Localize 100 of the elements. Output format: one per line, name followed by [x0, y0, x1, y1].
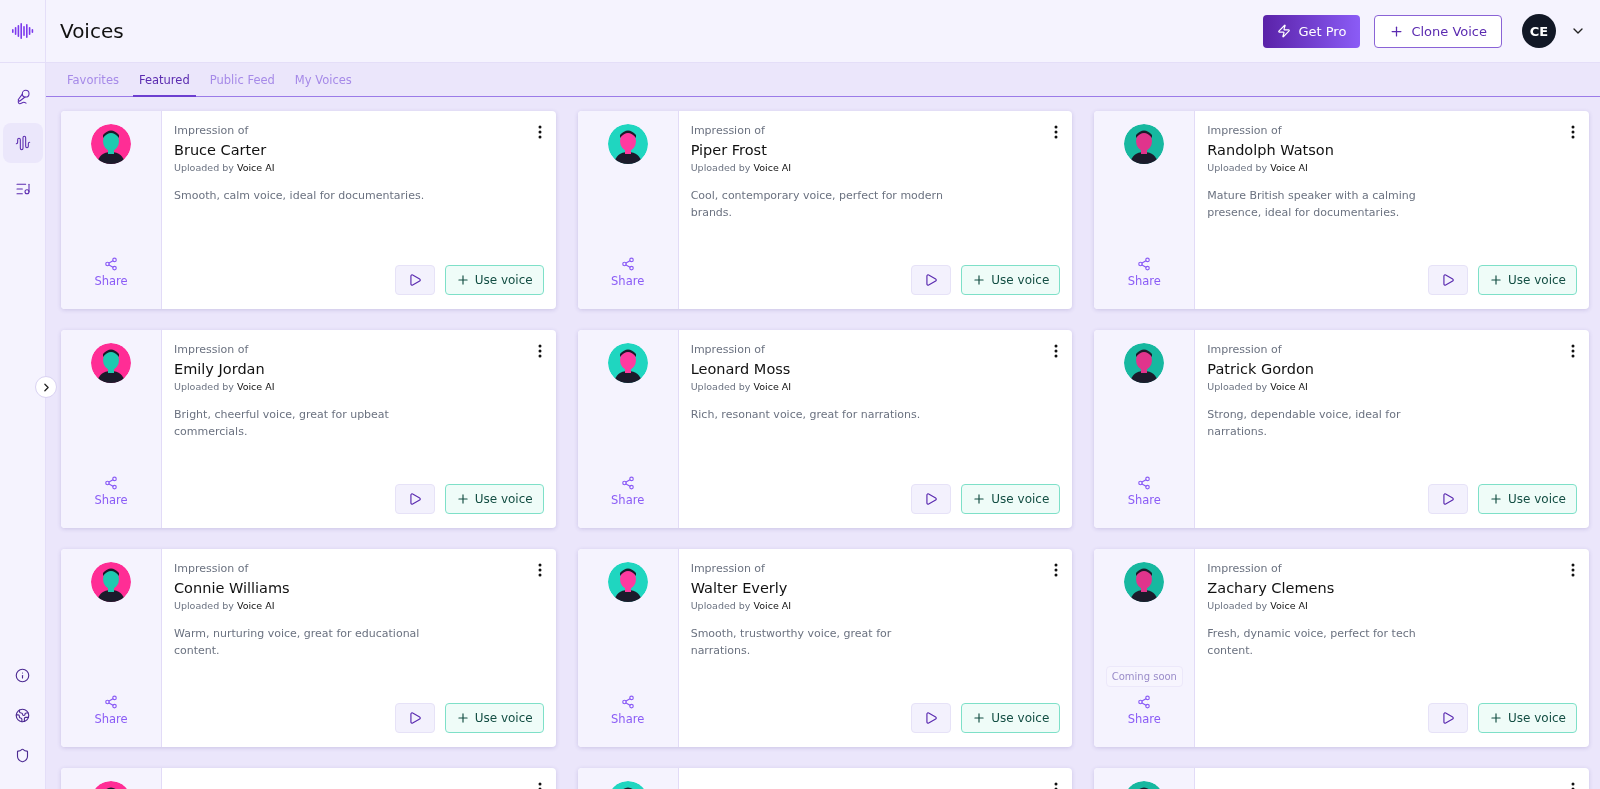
- voice-name: Piper Frost: [690, 142, 767, 158]
- overline-text: Impression of: [174, 562, 249, 575]
- play-icon: [407, 711, 422, 725]
- more-button[interactable]: [1054, 125, 1059, 139]
- plus-icon: [455, 273, 470, 287]
- more-icon: [1054, 563, 1059, 577]
- use-voice-button[interactable]: Use voice: [961, 265, 1061, 295]
- share-button[interactable]: Share: [611, 257, 645, 288]
- plus-icon: [972, 273, 987, 287]
- more-button[interactable]: [1571, 563, 1575, 577]
- share-icon: [104, 257, 118, 271]
- use-voice-button[interactable]: Use voice: [1478, 703, 1577, 733]
- more-button[interactable]: [1054, 344, 1059, 358]
- tab[interactable]: Featured: [132, 73, 196, 97]
- uploader-text: Uploaded by Voice AI: [690, 381, 792, 392]
- uploader-text: Uploaded by Voice AI: [174, 381, 275, 392]
- share-icon: [620, 476, 635, 490]
- more-button[interactable]: [537, 344, 542, 358]
- use-voice-button[interactable]: Use voice: [961, 484, 1061, 514]
- more-button[interactable]: [1571, 125, 1575, 139]
- uploader-text: Uploaded by Voice AI: [690, 162, 792, 173]
- voice-description: Cool, contemporary voice, perfect for modern brands.: [690, 188, 944, 221]
- overline-text: Impression of: [1207, 124, 1282, 137]
- logo-icon: [11, 22, 34, 40]
- use-voice-button[interactable]: Use voice: [1478, 265, 1577, 295]
- overline-text: Impression of: [1207, 343, 1282, 356]
- uploader-text: Uploaded by Voice AI: [174, 600, 275, 611]
- voice-description: Warm, nurturing voice, great for educational content.: [174, 626, 421, 659]
- use-voice-button[interactable]: Use voice: [1478, 484, 1577, 514]
- play-button[interactable]: [1428, 703, 1468, 733]
- share-button[interactable]: Share: [94, 695, 128, 726]
- play-icon: [1441, 273, 1455, 287]
- share-icon: [620, 695, 635, 709]
- more-button[interactable]: [1571, 344, 1575, 358]
- share-button[interactable]: Share: [611, 695, 645, 726]
- play-button[interactable]: [394, 703, 435, 733]
- more-icon: [1054, 125, 1059, 139]
- share-icon: [104, 476, 118, 490]
- voice-description: Smooth, calm voice, ideal for documentaries.: [174, 188, 426, 204]
- use-voice-button[interactable]: Use voice: [444, 703, 544, 733]
- plus-icon: [1489, 273, 1503, 287]
- voice-name: Connie Williams: [174, 580, 290, 596]
- expand-button[interactable]: [35, 376, 57, 398]
- uploader-text: Uploaded by Voice AI: [690, 600, 792, 611]
- play-button[interactable]: [911, 265, 952, 295]
- play-button[interactable]: [1428, 265, 1468, 295]
- page-title: Voices: [60, 19, 125, 43]
- plus-icon: [972, 711, 987, 725]
- sidebar-item[interactable]: [2, 123, 43, 163]
- waveform-icon: [14, 135, 31, 151]
- play-icon: [924, 711, 939, 725]
- more-icon: [1571, 125, 1575, 139]
- share-button[interactable]: Share: [1127, 476, 1161, 507]
- play-icon: [924, 273, 939, 287]
- uploader-text: Uploaded by Voice AI: [1207, 162, 1308, 173]
- clone-voice-button[interactable]: Clone Voice: [1374, 14, 1502, 48]
- voice-name: Zachary Clemens: [1207, 580, 1335, 596]
- play-button[interactable]: [911, 703, 952, 733]
- uploader-text: Uploaded by Voice AI: [1207, 381, 1308, 392]
- play-button[interactable]: [1428, 484, 1468, 514]
- share-icon: [620, 257, 635, 271]
- get-pro-button[interactable]: Get Pro: [1263, 14, 1361, 48]
- share-button[interactable]: Share: [611, 476, 645, 507]
- user-avatar[interactable]: CE: [1522, 14, 1556, 48]
- plus-icon: [1489, 711, 1503, 725]
- share-button[interactable]: Share: [1127, 257, 1161, 288]
- overline-text: Impression of: [174, 124, 249, 137]
- overline-text: Impression of: [174, 343, 249, 356]
- more-icon: [1054, 344, 1059, 358]
- voice-description: Strong, dependable voice, ideal for narrations.: [1207, 407, 1402, 440]
- overline-text: Impression of: [690, 124, 765, 137]
- share-button[interactable]: Share: [94, 257, 128, 288]
- play-button[interactable]: [911, 484, 952, 514]
- lightning-icon: [1277, 24, 1292, 38]
- play-icon: [407, 273, 422, 287]
- plus-icon: [455, 492, 470, 506]
- share-icon: [1137, 476, 1152, 490]
- use-voice-button[interactable]: Use voice: [961, 703, 1061, 733]
- use-voice-button[interactable]: Use voice: [444, 265, 544, 295]
- overline-text: Impression of: [690, 562, 765, 575]
- plus-icon: [972, 492, 987, 506]
- voice-name: Patrick Gordon: [1207, 361, 1315, 377]
- voice-description: Rich, resonant voice, great for narrations.: [690, 407, 922, 423]
- more-button[interactable]: [537, 563, 542, 577]
- play-button[interactable]: [394, 484, 435, 514]
- more-button[interactable]: [537, 125, 542, 139]
- share-button[interactable]: Share: [94, 476, 128, 507]
- uploader-text: Uploaded by Voice AI: [174, 162, 275, 173]
- playlist-icon: [14, 181, 31, 197]
- voice-description: Bright, cheerful voice, great for upbeat commercials.: [174, 407, 390, 440]
- share-button[interactable]: Share: [1127, 695, 1161, 726]
- play-button[interactable]: [394, 265, 435, 295]
- plus-icon: [1489, 492, 1503, 506]
- play-icon: [1441, 711, 1455, 725]
- voice-name: Emily Jordan: [174, 361, 265, 377]
- use-voice-button[interactable]: Use voice: [444, 484, 544, 514]
- more-icon: [537, 563, 542, 577]
- share-icon: [1137, 257, 1152, 271]
- more-button[interactable]: [1054, 563, 1059, 577]
- play-icon: [924, 492, 939, 506]
